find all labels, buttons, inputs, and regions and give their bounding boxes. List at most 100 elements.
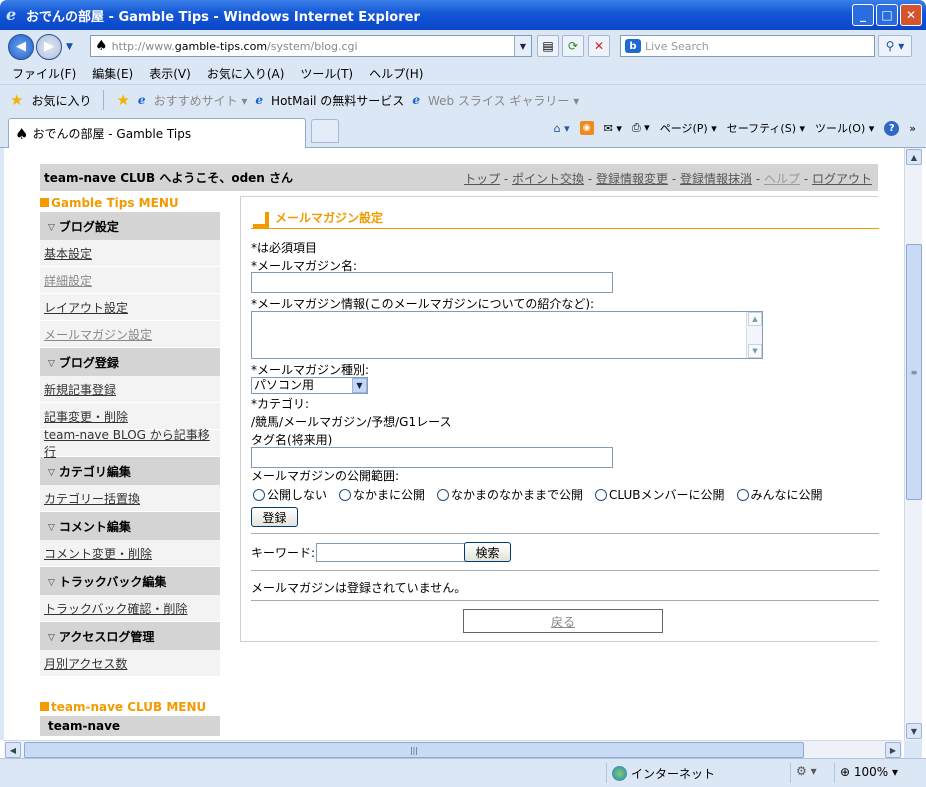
sidebar-link-comment-edit[interactable]: コメント変更・削除 xyxy=(44,545,152,562)
minimize-button[interactable]: _ xyxy=(852,4,874,26)
globe-icon xyxy=(612,766,627,781)
home-icon[interactable]: ⌂ ▾ xyxy=(554,122,570,135)
scope-option[interactable]: CLUBメンバーに公開 xyxy=(595,486,725,503)
scope-option[interactable]: みんなに公開 xyxy=(736,486,823,503)
back-icon[interactable]: ◀ xyxy=(8,33,34,60)
feeds-icon[interactable]: ◉ xyxy=(579,121,594,135)
protected-mode-icon[interactable]: ⚙ ▾ xyxy=(796,764,817,778)
close-button[interactable]: ✕ xyxy=(900,4,922,26)
scroll-left-icon[interactable]: ◀ xyxy=(5,742,21,758)
tools-menu[interactable]: ツール(O) ▾ xyxy=(815,120,874,136)
safety-menu[interactable]: セーフティ(S) ▾ xyxy=(727,120,805,136)
stop-icon[interactable]: ✕ xyxy=(588,35,610,57)
add-favorite-icon[interactable]: ★ xyxy=(116,91,129,109)
scroll-up-icon[interactable]: ▲ xyxy=(748,312,762,326)
compatibility-view-icon[interactable]: ▤ xyxy=(537,35,559,57)
section-title: ブログ設定 xyxy=(58,219,119,234)
tab-label: おでんの部屋 - Gamble Tips xyxy=(32,127,192,141)
name-field[interactable] xyxy=(251,272,613,293)
favorites-button[interactable]: お気に入り xyxy=(31,92,91,109)
scope-option[interactable]: なかまのなかままで公開 xyxy=(437,486,583,503)
address-bar[interactable]: ♠ http://www. gamble-tips.com/system/blog… xyxy=(90,35,532,57)
link-help[interactable]: ヘルプ xyxy=(764,172,800,186)
sidebar-link-detail-settings[interactable]: 詳細設定 xyxy=(44,272,92,289)
favorites-star-icon[interactable]: ★ xyxy=(10,91,23,109)
scope-option[interactable]: なかまに公開 xyxy=(339,486,425,503)
link-unregister[interactable]: 登録情報抹消 xyxy=(680,172,752,186)
radio-icon[interactable] xyxy=(339,488,352,501)
help-icon[interactable]: ? xyxy=(884,120,900,136)
tab-active[interactable]: ♠ おでんの部屋 - Gamble Tips xyxy=(8,118,306,148)
scroll-down-icon[interactable]: ▼ xyxy=(906,723,922,739)
menu-help[interactable]: ヘルプ(H) xyxy=(369,65,423,82)
sidebar-link-new-article[interactable]: 新規記事登録 xyxy=(44,381,116,398)
link-logout[interactable]: ログアウト xyxy=(812,172,872,186)
link-points[interactable]: ポイント交換 xyxy=(512,172,584,186)
register-button[interactable]: 登録 xyxy=(251,507,298,527)
suggested-sites-link[interactable]: おすすめサイト ▾ xyxy=(154,92,248,109)
info-textarea[interactable]: ▲ ▼ xyxy=(251,311,763,359)
address-dropdown-icon[interactable]: ▼ xyxy=(514,36,531,56)
chevron-down-icon[interactable]: ▼ xyxy=(352,378,367,393)
back-link[interactable]: 戻る xyxy=(551,613,575,630)
scroll-thumb[interactable]: ||| xyxy=(24,742,804,758)
menu-tools[interactable]: ツール(T) xyxy=(300,65,353,82)
textarea-scrollbar[interactable]: ▲ ▼ xyxy=(746,312,762,358)
new-tab-button[interactable] xyxy=(311,119,339,143)
refresh-icon[interactable]: ⟳ xyxy=(562,35,584,57)
radio-icon[interactable] xyxy=(595,488,608,501)
security-zone[interactable]: インターネット xyxy=(612,765,715,782)
chevron-down-icon: ▽ xyxy=(48,223,55,233)
chevron-down-icon: ▽ xyxy=(48,633,55,643)
type-select[interactable]: パソコン用 ▼ xyxy=(251,377,368,394)
search-input[interactable]: b Live Search xyxy=(620,35,875,57)
section-title: コメント編集 xyxy=(58,519,131,534)
scroll-right-icon[interactable]: ▶ xyxy=(885,742,901,758)
sidebar-item: 月別アクセス数 xyxy=(40,650,220,677)
chevron-down-icon: ▽ xyxy=(48,523,55,533)
horizontal-scrollbar[interactable]: ◀ ||| ▶ xyxy=(4,740,902,758)
history-dropdown-icon[interactable]: ▼ xyxy=(66,42,73,52)
sidebar-link-trackback[interactable]: トラックバック確認・削除 xyxy=(44,600,187,617)
forward-icon[interactable]: ▶ xyxy=(36,33,62,60)
sidebar-link-basic-settings[interactable]: 基本設定 xyxy=(44,245,92,262)
page-menu[interactable]: ページ(P) ▾ xyxy=(660,120,717,136)
web-slice-gallery-link[interactable]: Web スライス ギャラリー ▾ xyxy=(428,92,579,109)
tag-field[interactable] xyxy=(251,447,613,468)
scroll-down-icon[interactable]: ▼ xyxy=(748,344,762,358)
sidebar-link-migrate-articles[interactable]: team-nave BLOG から記事移行 xyxy=(44,426,220,460)
menu-view[interactable]: 表示(V) xyxy=(149,65,191,82)
sidebar-item: メールマガジン設定 xyxy=(40,321,220,348)
type-label: *メールマガジン種別: xyxy=(251,363,370,377)
panel-title-text: メールマガジン設定 xyxy=(275,211,384,225)
maximize-button[interactable]: □ xyxy=(876,4,898,26)
keyword-input[interactable] xyxy=(316,543,469,562)
radio-icon[interactable] xyxy=(253,488,265,501)
sidebar-link-monthly-access[interactable]: 月別アクセス数 xyxy=(44,655,127,672)
vertical-scrollbar[interactable]: ▲ ≡ ▼ xyxy=(904,148,922,740)
menu-favorites[interactable]: お気に入り(A) xyxy=(207,65,285,82)
ie-page-icon: e xyxy=(137,93,146,107)
sidebar-link-layout-settings[interactable]: レイアウト設定 xyxy=(44,299,128,316)
scope-option[interactable]: 公開しない xyxy=(253,486,327,503)
menu-edit[interactable]: 編集(E) xyxy=(92,65,133,82)
zoom-control[interactable]: ⊕ 100% ▾ xyxy=(840,765,898,779)
scroll-up-icon[interactable]: ▲ xyxy=(906,149,922,165)
link-profile-edit[interactable]: 登録情報変更 xyxy=(596,172,668,186)
scroll-thumb[interactable]: ≡ xyxy=(906,244,922,500)
status-bar: インターネット ⚙ ▾ ⊕ 100% ▾ xyxy=(0,758,926,787)
hotmail-link[interactable]: HotMail の無料サービス xyxy=(271,92,404,109)
search-go-icon[interactable]: ⚲ ▾ xyxy=(878,35,912,57)
sidebar-link-edit-article[interactable]: 記事変更・削除 xyxy=(44,408,128,425)
club-menu-item[interactable]: team-nave xyxy=(40,716,220,736)
radio-icon[interactable] xyxy=(437,488,450,501)
sidebar-link-mailmagazine-settings[interactable]: メールマガジン設定 xyxy=(44,326,152,343)
print-icon[interactable]: ⎙ ▾ xyxy=(632,121,650,135)
more-chevron-icon[interactable]: » xyxy=(909,122,916,135)
radio-icon[interactable] xyxy=(736,488,749,501)
mail-icon[interactable]: ✉ ▾ xyxy=(604,122,622,135)
sidebar-link-category-replace[interactable]: カテゴリー括置換 xyxy=(44,490,140,507)
menu-file[interactable]: ファイル(F) xyxy=(12,65,76,82)
link-top[interactable]: トップ xyxy=(464,172,500,186)
search-button[interactable]: 検索 xyxy=(464,542,511,562)
